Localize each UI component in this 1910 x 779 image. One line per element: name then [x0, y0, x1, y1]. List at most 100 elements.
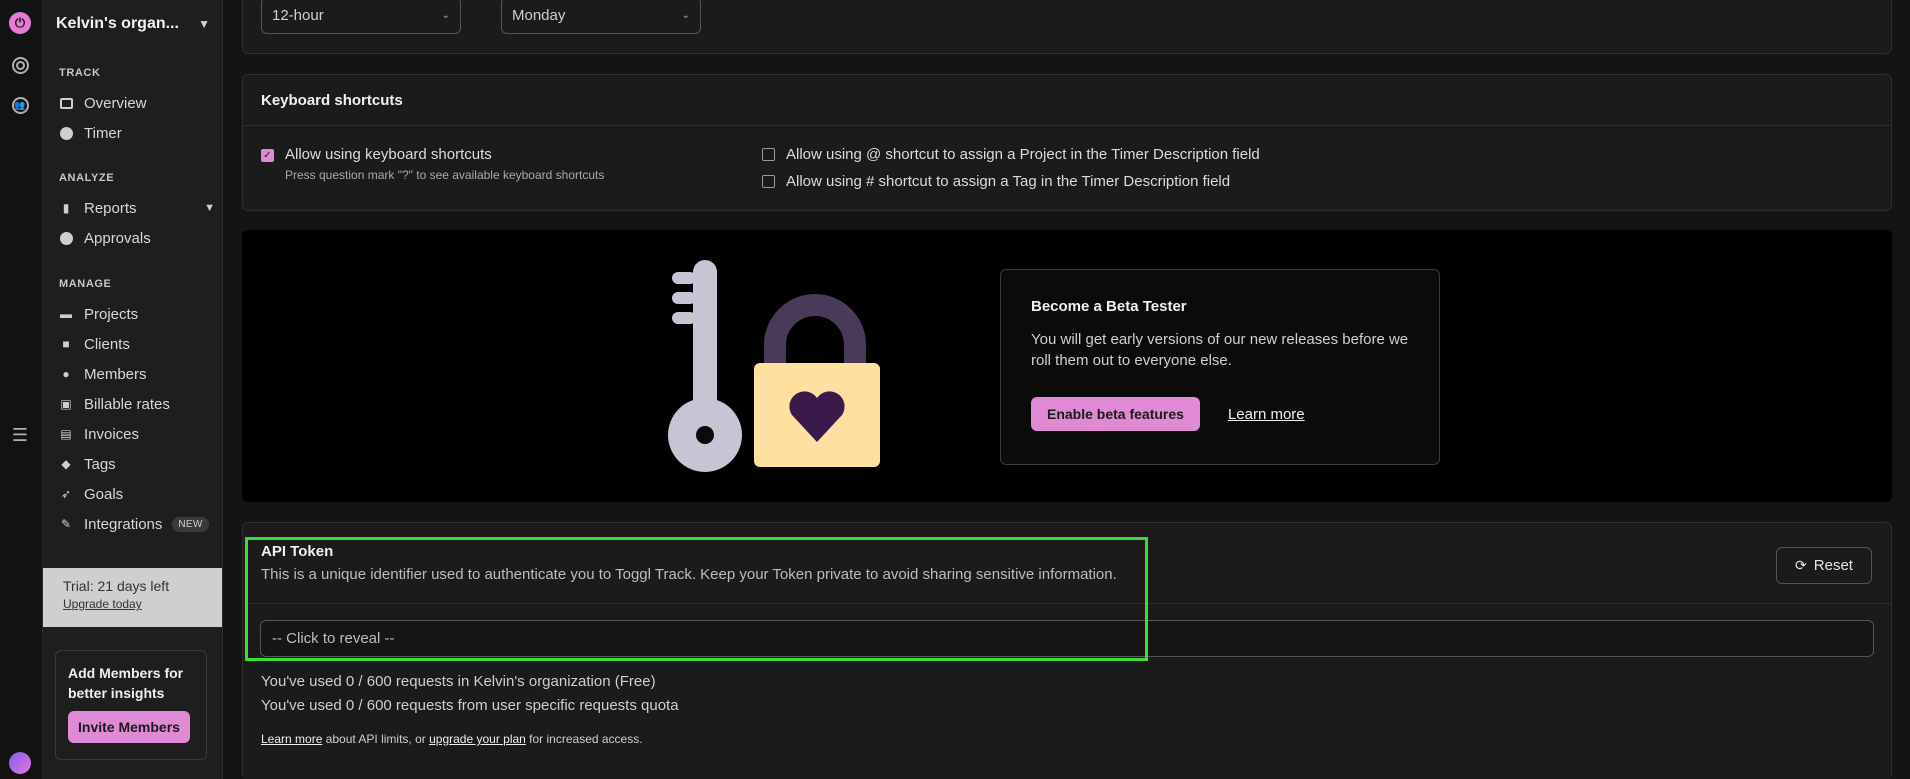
upgrade-plan-link[interactable]: upgrade your plan	[429, 732, 526, 746]
sidebar-item-reports[interactable]: ▮ Reports ▼	[59, 197, 215, 219]
allow-project-label: Allow using @ shortcut to assign a Proje…	[786, 146, 1260, 163]
icon-rail: ⏻ 👥 ☰	[0, 0, 43, 779]
allow-keyboard-label: Allow using keyboard shortcuts	[285, 146, 492, 163]
allow-keyboard-sub: Press question mark "?" to see available…	[285, 168, 605, 182]
time-format-value: 12-hour	[272, 7, 324, 24]
sidebar-item-clients[interactable]: ■ Clients	[59, 333, 215, 355]
tag-icon: ◆	[61, 457, 71, 471]
sidebar-item-tags[interactable]: ◆ Tags	[59, 453, 215, 475]
sidebar-item-label: Goals	[84, 485, 124, 503]
trial-banner: Trial: 21 days left Upgrade today	[43, 568, 222, 627]
sidebar-item-label: Timer	[84, 124, 122, 142]
sidebar-item-projects[interactable]: ▬ Projects	[59, 303, 215, 325]
api-token-placeholder: -- Click to reveal --	[272, 630, 395, 647]
sidebar-item-label: Approvals	[84, 229, 151, 247]
api-learn-more-link[interactable]: Learn more	[261, 732, 322, 746]
sidebar-item-members[interactable]: ● Members	[59, 363, 215, 385]
power-icon[interactable]: ⏻	[9, 12, 31, 34]
footnote-end: for increased access.	[525, 732, 643, 746]
sidebar-item-label: Members	[84, 365, 147, 383]
beta-description: You will get early versions of our new r…	[1031, 331, 1409, 369]
time-format-select[interactable]: 12-hour ⌄	[261, 0, 461, 34]
reset-token-button[interactable]: ⟳ Reset	[1776, 547, 1872, 584]
allow-tag-label: Allow using # shortcut to assign a Tag i…	[786, 173, 1231, 190]
reset-label: Reset	[1813, 557, 1853, 574]
chevron-down-icon: ▼	[204, 202, 215, 214]
lock-shackle	[764, 294, 866, 365]
overview-icon	[59, 96, 73, 110]
rocket-icon: ➶	[60, 487, 72, 501]
sidebar-item-label: Billable rates	[84, 395, 170, 413]
beta-learn-more-link[interactable]: Learn more	[1228, 406, 1305, 423]
invite-promo: Add Members for better insights Invite M…	[55, 650, 207, 760]
plug-icon: ✎	[60, 517, 72, 531]
promo-title: Add Members for better insights	[68, 665, 184, 701]
divider	[243, 125, 1891, 126]
beta-title: Become a Beta Tester	[1031, 298, 1187, 315]
usage-user-text: You've used 0 / 600 requests from user s…	[261, 697, 679, 714]
team-icon[interactable]: 👥	[9, 94, 31, 116]
money-icon: ▣	[60, 397, 72, 411]
sidebar-item-label: Reports	[84, 199, 137, 217]
allow-tag-checkbox[interactable]	[762, 175, 775, 188]
api-footnote: Learn more about API limits, or upgrade …	[261, 732, 643, 746]
sidebar: Kelvin's organ... ▼ TRACK Overview Timer…	[43, 0, 223, 779]
beta-info-box: Become a Beta Tester You will get early …	[1000, 269, 1440, 465]
sidebar-item-label: Projects	[84, 305, 139, 323]
client-icon: ■	[62, 337, 70, 351]
sidebar-item-overview[interactable]: Overview	[59, 92, 215, 114]
upgrade-link[interactable]: Upgrade today	[63, 597, 142, 611]
sidebar-item-timer[interactable]: Timer	[59, 122, 215, 144]
week-start-select[interactable]: Monday ⌄	[501, 0, 701, 34]
folder-icon: ▬	[60, 307, 72, 321]
section-manage: MANAGE	[59, 278, 112, 290]
api-token-field[interactable]: -- Click to reveal --	[260, 620, 1874, 657]
allow-keyboard-checkbox[interactable]: ✓	[261, 149, 274, 162]
track-icon[interactable]	[9, 54, 31, 76]
sidebar-item-label: Tags	[84, 455, 116, 473]
preferences-card: 12-hour ⌄ Monday ⌄	[242, 0, 1892, 54]
enable-beta-button[interactable]: Enable beta features	[1031, 397, 1200, 431]
clock-icon	[59, 126, 73, 140]
sidebar-item-label: Integrations	[84, 515, 163, 533]
keyboard-shortcuts-title: Keyboard shortcuts	[261, 92, 403, 109]
collapse-sidebar-icon[interactable]: ☰	[9, 424, 31, 446]
sidebar-item-label: Clients	[84, 335, 130, 353]
api-token-title: API Token	[261, 543, 334, 560]
sidebar-item-integrations[interactable]: ✎ Integrations NEW	[59, 513, 215, 535]
main-content: 12-hour ⌄ Monday ⌄ Keyboard shortcuts ✓ …	[223, 0, 1910, 779]
org-switcher[interactable]: Kelvin's organ... ▼	[56, 13, 216, 35]
week-start-value: Monday	[512, 7, 566, 24]
org-name: Kelvin's organ...	[56, 15, 179, 32]
beta-tester-card: Become a Beta Tester You will get early …	[242, 230, 1892, 502]
sidebar-item-invoices[interactable]: ▤ Invoices	[59, 423, 215, 445]
bar-chart-icon: ▮	[62, 201, 70, 215]
allow-project-checkbox[interactable]	[762, 148, 775, 161]
api-token-card: API Token This is a unique identifier us…	[242, 522, 1892, 779]
members-icon: ●	[62, 367, 70, 381]
section-track: TRACK	[59, 67, 101, 79]
invoice-icon: ▤	[60, 427, 72, 441]
sidebar-item-label: Overview	[84, 94, 147, 112]
key-lock-illustration	[668, 260, 880, 472]
user-avatar[interactable]	[9, 752, 31, 774]
chevron-down-icon: ⌄	[441, 10, 450, 21]
new-badge: NEW	[172, 516, 209, 532]
sidebar-item-goals[interactable]: ➶ Goals	[59, 483, 215, 505]
refresh-icon: ⟳	[1795, 557, 1807, 573]
trial-text: Trial: 21 days left	[63, 578, 170, 594]
check-circle-icon	[59, 231, 73, 245]
api-token-description: This is a unique identifier used to auth…	[261, 566, 1117, 583]
keyboard-shortcuts-card: Keyboard shortcuts ✓ Allow using keyboar…	[242, 74, 1892, 211]
chevron-down-icon: ⌄	[681, 10, 690, 21]
divider	[243, 603, 1891, 604]
footnote-mid: about API limits, or	[322, 732, 430, 746]
app-root: ⏻ 👥 ☰ Kelvin's organ... ▼ TRACK Overview…	[0, 0, 1910, 779]
chevron-down-icon: ▼	[198, 17, 210, 31]
sidebar-item-billable-rates[interactable]: ▣ Billable rates	[59, 393, 215, 415]
usage-org-text: You've used 0 / 600 requests in Kelvin's…	[261, 673, 656, 690]
sidebar-item-approvals[interactable]: Approvals	[59, 227, 215, 249]
invite-members-button[interactable]: Invite Members	[68, 711, 190, 743]
sidebar-item-label: Invoices	[84, 425, 140, 443]
key-shaft	[693, 260, 717, 410]
